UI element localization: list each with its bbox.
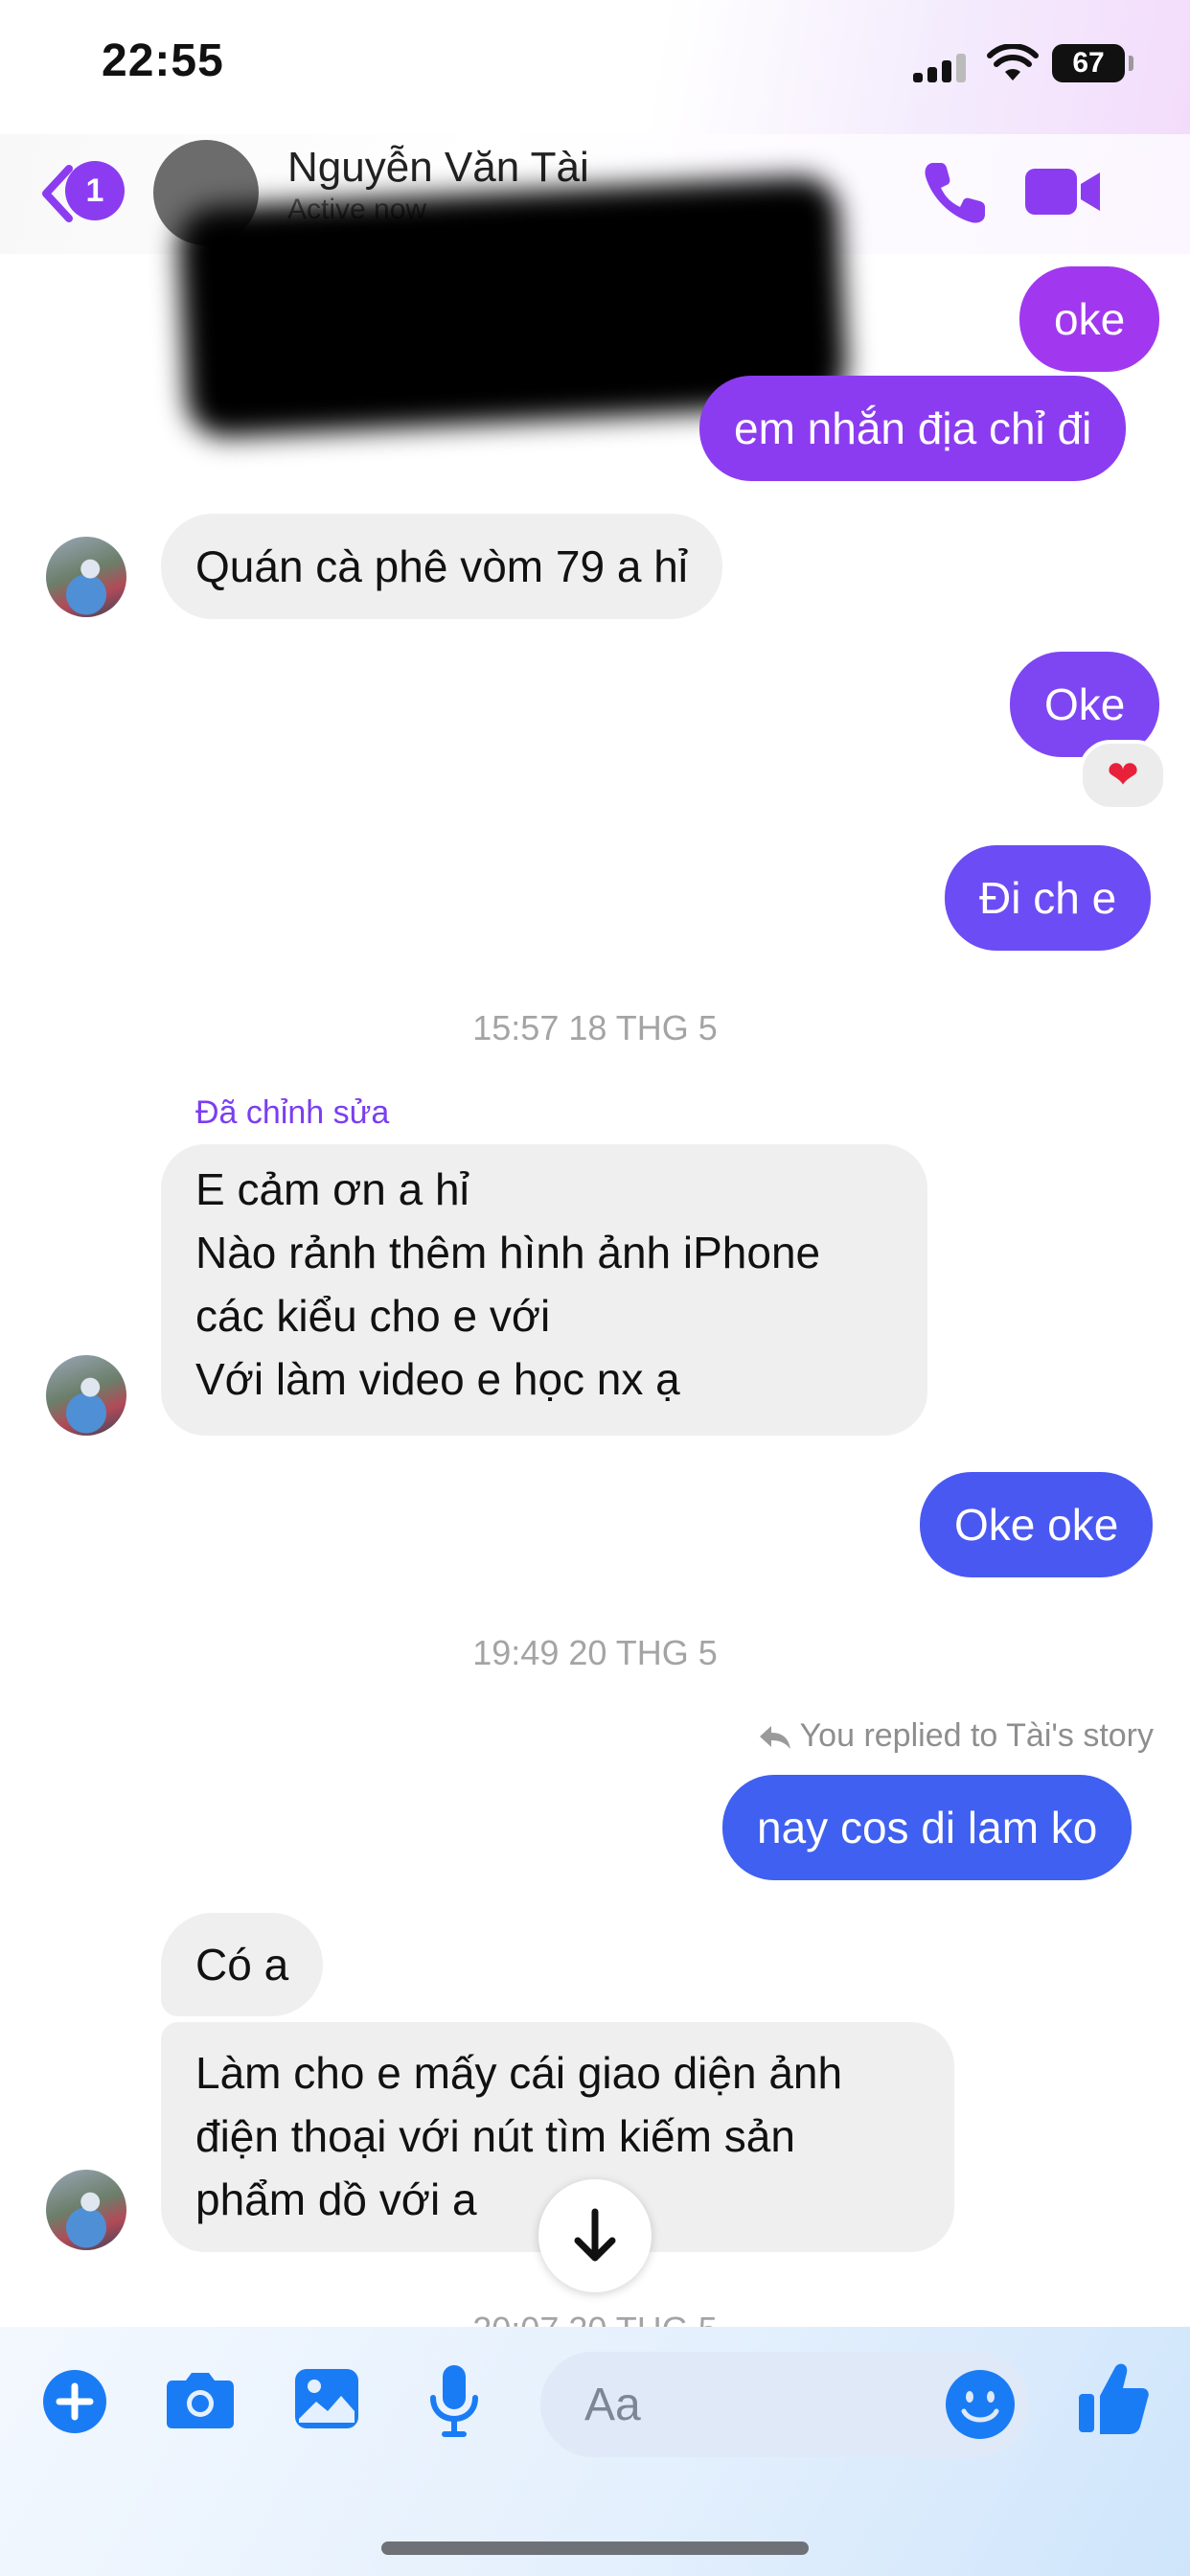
unread-badge[interactable]: 1	[65, 161, 125, 220]
plus-icon[interactable]	[42, 2369, 107, 2434]
status-bar: 22:55 67	[0, 0, 1190, 134]
contact-avatar[interactable]	[46, 1355, 126, 1436]
story-reply-text: You replied to Tài's story	[799, 1717, 1154, 1754]
message-input-placeholder: Aa	[584, 2380, 641, 2430]
heart-icon[interactable]: ❤	[1079, 740, 1167, 811]
contact-avatar[interactable]	[46, 537, 126, 617]
home-indicator	[381, 2542, 809, 2555]
thumbs-up-icon[interactable]	[1077, 2359, 1150, 2436]
outgoing-message[interactable]: oke	[1019, 266, 1160, 372]
timestamp: 20:07 20 THG 5	[0, 2298, 1190, 2327]
contact-name[interactable]: Nguyễn Văn Tài	[287, 144, 589, 192]
contact-avatar[interactable]	[46, 2170, 126, 2250]
incoming-message[interactable]: Có a	[161, 1913, 324, 2016]
scroll-to-bottom-button[interactable]	[538, 2179, 652, 2292]
outgoing-message[interactable]: Đi ch e	[945, 845, 1152, 951]
emoji-icon[interactable]	[943, 2367, 1018, 2442]
microphone-icon[interactable]	[427, 2363, 481, 2438]
wifi-icon	[987, 44, 1039, 80]
timestamp: 19:49 20 THG 5	[472, 1633, 718, 1672]
incoming-message[interactable]: E cảm ơn a hỉ Nào rảnh thêm hình ảnh iPh…	[161, 1144, 927, 1436]
signal-icon	[913, 54, 971, 82]
video-camera-icon[interactable]	[1023, 161, 1104, 222]
incoming-message[interactable]: Quán cà phê vòm 79 a hỉ	[161, 514, 722, 619]
outgoing-message[interactable]: Oke oke	[920, 1472, 1154, 1577]
phone-icon[interactable]	[920, 157, 991, 228]
outgoing-message[interactable]: nay cos di lam ko	[722, 1775, 1133, 1880]
outgoing-message[interactable]: em nhắn địa chỉ đi	[699, 376, 1127, 481]
edited-label: Đã chỉnh sửa	[195, 1094, 390, 1131]
image-icon[interactable]	[293, 2367, 360, 2430]
message-composer: Aa	[0, 2327, 1190, 2576]
battery-tip	[1129, 56, 1133, 71]
story-reply-note: You replied to Tài's story	[758, 1717, 1154, 1755]
reply-arrow-icon	[759, 1726, 790, 1750]
timestamp: 15:57 18 THG 5	[472, 1008, 718, 1047]
battery-indicator: 67	[1052, 44, 1125, 82]
message-input[interactable]: Aa	[540, 2352, 1029, 2457]
arrow-down-icon	[574, 2208, 616, 2262]
status-time: 22:55	[102, 35, 224, 86]
camera-icon[interactable]	[165, 2369, 236, 2430]
chat-header: 1 Nguyễn Văn Tài Active now	[0, 134, 1190, 439]
